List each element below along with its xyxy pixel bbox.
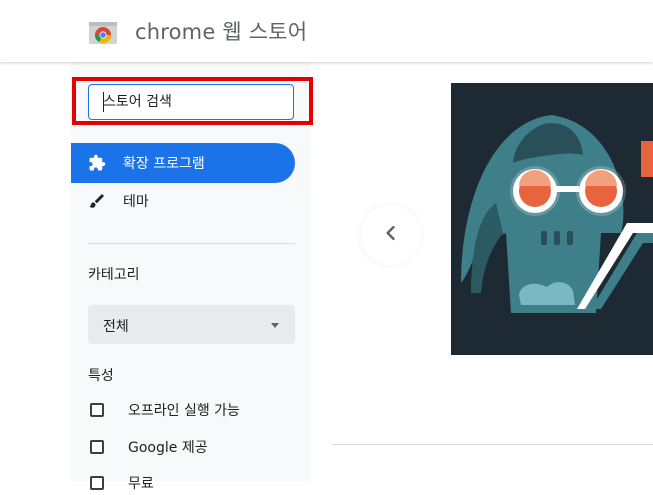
feature-label: Google 제공 [128, 440, 208, 456]
carousel-prev-button[interactable] [361, 205, 421, 265]
sidebar-item-extensions[interactable]: 확장 프로그램 [71, 143, 295, 183]
feature-label: 무료 [128, 476, 154, 492]
dropdown-arrow-icon [271, 323, 279, 328]
free-checkbox[interactable] [90, 476, 104, 490]
chevron-left-icon [381, 223, 401, 247]
sidebar-divider [88, 243, 295, 244]
puzzle-piece-icon [87, 153, 107, 173]
category-select[interactable]: 전체 [88, 305, 295, 344]
search-input[interactable] [89, 85, 293, 119]
sidebar-item-label: 테마 [123, 194, 149, 210]
feature-label: 오프라인 실행 가능 [128, 403, 240, 419]
by-google-checkbox[interactable] [90, 440, 104, 454]
store-title[interactable]: chrome 웹 스토어 [135, 16, 307, 46]
sidebar-item-label: 확장 프로그램 [123, 156, 205, 172]
featured-banner-image[interactable] [451, 83, 653, 355]
search-box[interactable] [88, 84, 294, 120]
category-select-value: 전체 [103, 319, 129, 335]
top-header: chrome 웹 스토어 [0, 0, 653, 62]
features-heading: 특성 [88, 368, 114, 384]
chrome-web-store-logo-icon[interactable] [88, 16, 118, 46]
text-cursor [103, 92, 104, 112]
paintbrush-icon [87, 191, 107, 211]
sidebar-item-themes[interactable]: 테마 [71, 181, 295, 221]
category-heading: 카테고리 [88, 267, 140, 283]
offline-checkbox[interactable] [90, 403, 104, 417]
content-divider [331, 444, 653, 445]
